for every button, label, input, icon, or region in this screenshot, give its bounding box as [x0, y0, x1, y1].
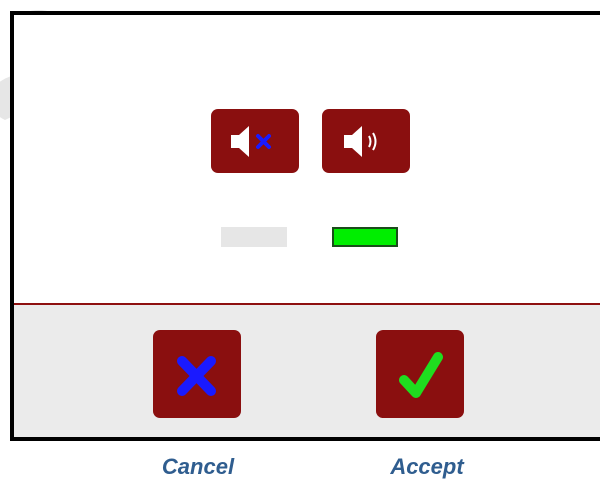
accept-label: Accept — [390, 454, 464, 479]
speaker-muted-icon — [231, 126, 271, 157]
cancel-label: Cancel — [161, 454, 235, 479]
sound-settings-screen: Cancel Accept — [0, 0, 600, 484]
cancel-button[interactable] — [153, 330, 241, 418]
sound-options-panel — [14, 15, 600, 303]
dialog-frame — [10, 11, 600, 441]
sound-on-status-indicator — [332, 227, 398, 247]
accept-button[interactable] — [376, 330, 464, 418]
sound-on-button[interactable] — [322, 109, 410, 173]
speaker-on-icon — [344, 126, 377, 157]
checkmark-icon — [399, 352, 443, 398]
close-icon — [177, 356, 216, 396]
action-bar — [14, 305, 600, 437]
mute-status-indicator — [221, 227, 287, 247]
mute-button[interactable] — [211, 109, 299, 173]
